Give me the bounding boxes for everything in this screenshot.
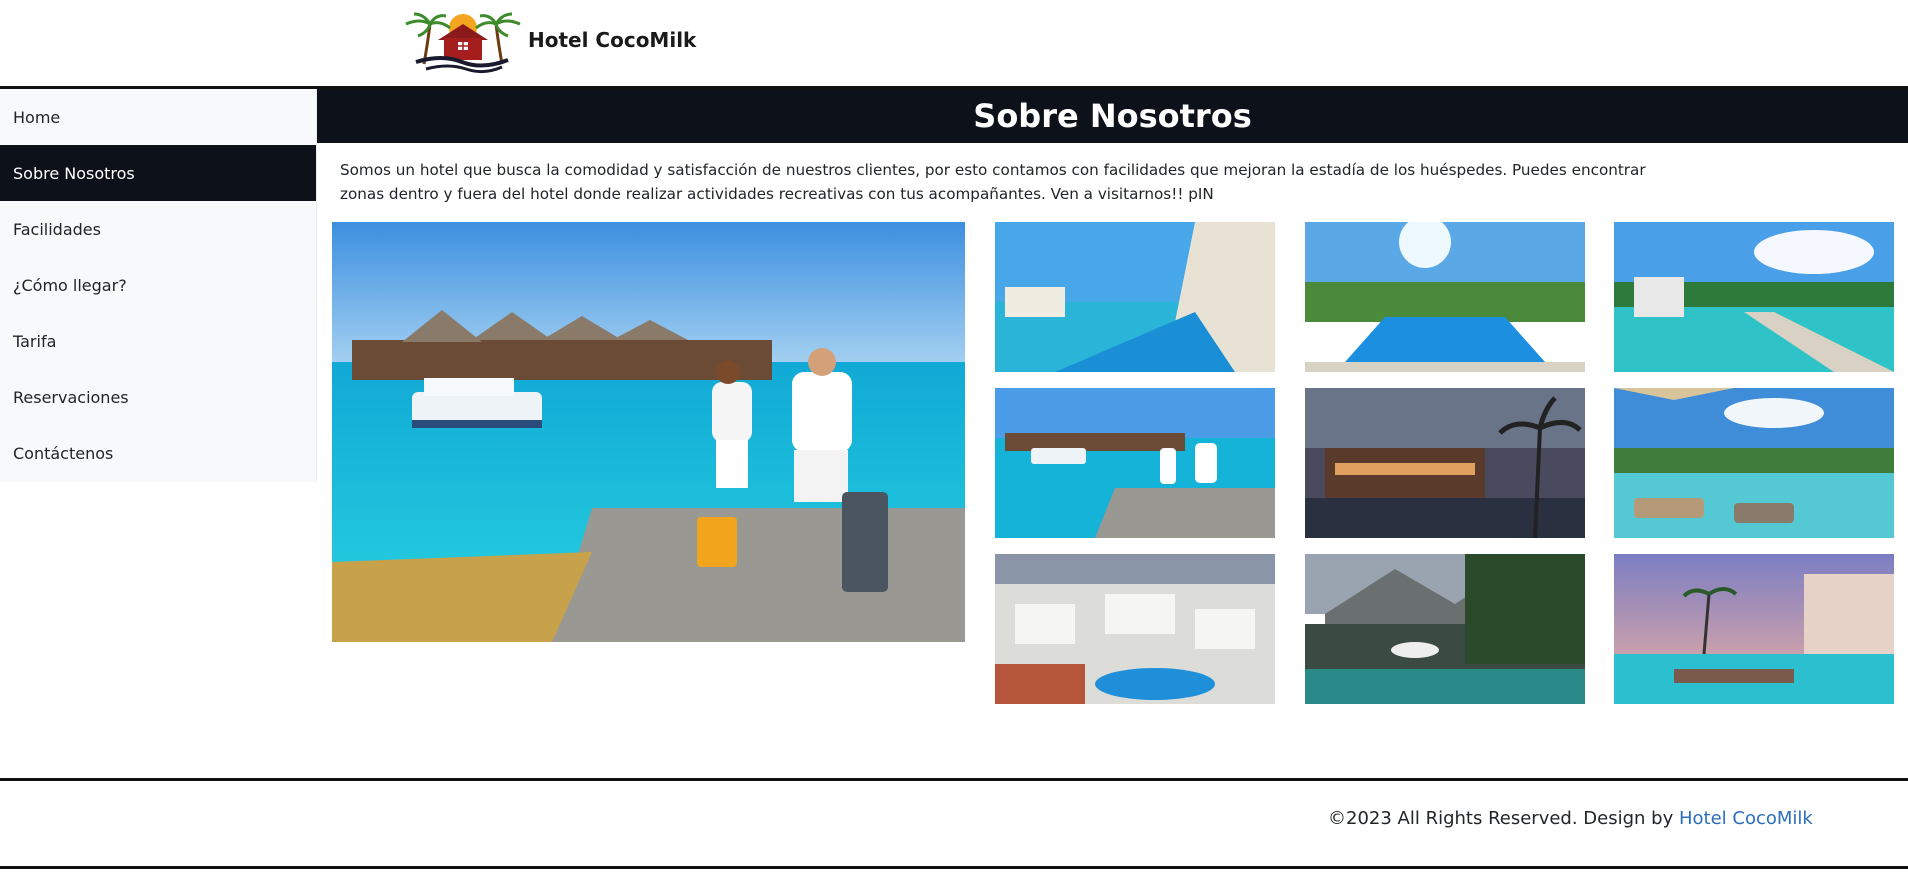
gallery-photo-resort-pool	[1305, 222, 1585, 372]
footer-copyright-text: ©2023 All Rights Reserved. Design by	[1328, 808, 1679, 829]
brand-name: Hotel CocoMilk	[528, 28, 697, 52]
sidebar-item-reservaciones[interactable]: Reservaciones	[0, 369, 316, 425]
gallery-photo-mountain-pool	[1305, 554, 1585, 704]
page-title-bar: Sobre Nosotros	[317, 89, 1908, 143]
sidebar-item-home[interactable]: Home	[0, 89, 316, 145]
hotel-palm-logo-icon	[405, 12, 521, 74]
sidebar: Home Sobre Nosotros Facilidades ¿Cómo ll…	[0, 89, 317, 482]
about-description: Somos un hotel que busca la comodidad y …	[340, 161, 1646, 203]
sidebar-item-como-llegar[interactable]: ¿Cómo llegar?	[0, 257, 316, 313]
gallery-photo-beach-loungers	[1614, 388, 1894, 538]
footer-copyright: ©2023 All Rights Reserved. Design by Hot…	[1328, 808, 1813, 829]
hero-photo-couple-on-pier	[332, 222, 965, 642]
gallery-photo-night-resort	[1305, 388, 1585, 538]
header: Hotel CocoMilk	[0, 0, 1908, 86]
sidebar-item-contactenos[interactable]: Contáctenos	[0, 425, 316, 481]
page-title: Sobre Nosotros	[973, 97, 1252, 135]
gallery-photo-couple-on-pier-small	[995, 388, 1275, 538]
gallery-photo-infinity-pool	[995, 222, 1275, 372]
gallery-photo-overwater-deck	[1614, 222, 1894, 372]
sidebar-item-facilidades[interactable]: Facilidades	[0, 201, 316, 257]
footer-divider-bottom	[0, 866, 1908, 869]
sidebar-item-sobre-nosotros[interactable]: Sobre Nosotros	[0, 145, 316, 201]
gallery-photo-sunset-resort	[1614, 554, 1894, 704]
brand[interactable]: Hotel CocoMilk	[402, 6, 696, 76]
footer-brand-link[interactable]: Hotel CocoMilk	[1679, 808, 1813, 829]
sidebar-item-tarifa[interactable]: Tarifa	[0, 313, 316, 369]
gallery-photo-white-village	[995, 554, 1275, 704]
footer-divider-top	[0, 778, 1908, 781]
